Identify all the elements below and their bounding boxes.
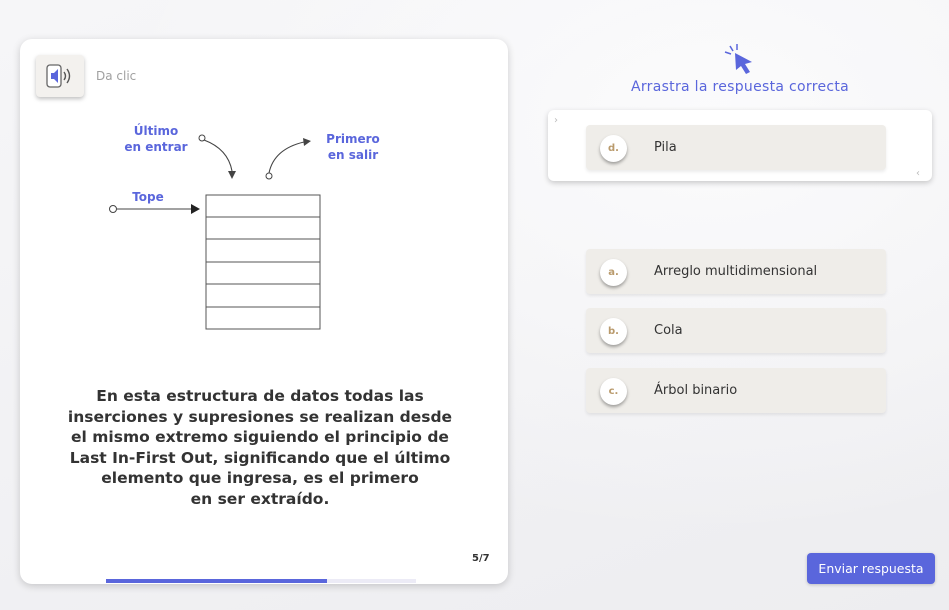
description-line: Last In-First Out, significando que el ú… (69, 448, 451, 467)
dropped-answer[interactable]: d. Pila (586, 125, 886, 170)
push-arrow (198, 134, 236, 179)
content-card: Da clic Último en entrar Primero en sali… (20, 39, 508, 584)
description-line: inserciones y supresiones se realizan de… (67, 407, 453, 426)
label-first-out-2: en salir (328, 148, 378, 162)
description-line: el mismo extremo siguiendo el principio … (71, 428, 449, 446)
option-text: Cola (654, 323, 683, 338)
progress-bar (106, 579, 416, 583)
answer-drop-zone[interactable]: › d. Pila ‹ (548, 110, 932, 181)
description-line: en ser extraído. (190, 489, 330, 508)
top-pointer-arrow (109, 204, 200, 214)
pop-arrow (265, 138, 311, 180)
option-letter: d. (600, 135, 627, 162)
chevron-left-icon: ‹ (916, 168, 920, 179)
label-last-in-2: en entrar (124, 140, 187, 154)
option-text: Arreglo multidimensional (654, 264, 818, 279)
label-top: Tope (132, 190, 164, 204)
option-letter: a. (600, 259, 627, 286)
pointer-hand-icon (724, 44, 752, 74)
stack-diagram: Último en entrar Primero en salir Tope (109, 123, 380, 330)
label-last-in-1: Último (134, 123, 178, 138)
label-first-out-1: Primero (326, 132, 380, 146)
stack-boxes (205, 194, 321, 330)
submit-button[interactable]: Enviar respuesta (807, 553, 935, 584)
description-line: elemento que ingresa, es el primero (101, 469, 419, 487)
chevron-right-icon: › (554, 115, 558, 126)
option-text: Pila (654, 140, 677, 155)
progress-fill (106, 579, 328, 583)
page-counter: 5/7 (472, 553, 490, 564)
draggable-option-a[interactable]: a. Arreglo multidimensional (586, 249, 886, 294)
description-line: En esta estructura de datos todas las (96, 387, 424, 405)
draggable-option-b[interactable]: b. Cola (586, 308, 886, 353)
instruction-text: Arrastra la respuesta correcta (630, 79, 850, 95)
option-text: Árbol binario (654, 383, 738, 398)
draggable-option-c[interactable]: c. Árbol binario (586, 368, 886, 413)
option-letter: c. (600, 378, 627, 405)
description-text: En esta estructura de datos todas las in… (60, 386, 460, 509)
option-letter: b. (600, 318, 627, 345)
